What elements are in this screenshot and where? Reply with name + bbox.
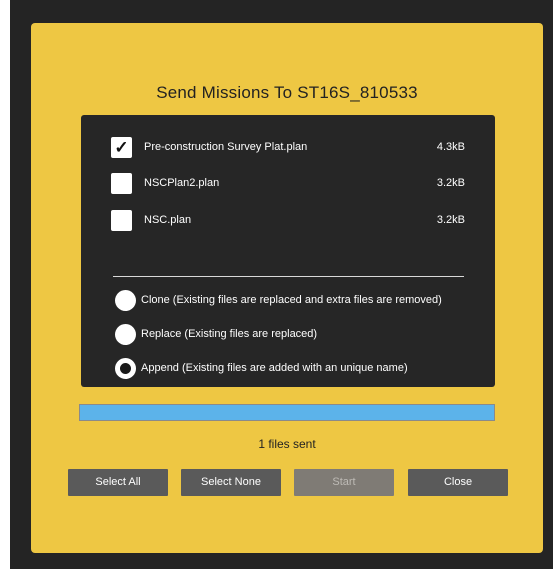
file-checkbox[interactable]: ✓ [111,137,132,158]
mode-label: Replace (Existing files are replaced) [141,328,318,340]
file-size: 4.3kB [436,141,465,153]
progress-fill [80,405,494,420]
send-missions-dialog: Send Missions To ST16S_810533 ✓ Pre-cons… [31,23,543,553]
radio-button[interactable] [115,290,136,311]
file-checkbox[interactable] [111,173,132,194]
file-row[interactable]: ✓ Pre-construction Survey Plat.plan 4.3k… [111,137,465,159]
select-all-button[interactable]: Select All [68,469,168,496]
dialog-title: Send Missions To ST16S_810533 [156,83,418,102]
mode-label: Clone (Existing files are replaced and e… [141,294,442,306]
progress-bar [79,404,495,421]
file-checkbox[interactable] [111,210,132,231]
mode-label: Append (Existing files are added with an… [141,362,408,374]
divider [113,276,464,277]
file-name: Pre-construction Survey Plat.plan [144,141,308,153]
file-list-panel: ✓ Pre-construction Survey Plat.plan 4.3k… [81,115,495,387]
close-button[interactable]: Close [408,469,508,496]
file-name: NSCPlan2.plan [144,177,220,189]
file-name: NSC.plan [144,214,192,226]
file-row[interactable]: NSCPlan2.plan 3.2kB [111,173,465,195]
start-button[interactable]: Start [294,469,394,496]
select-none-button[interactable]: Select None [181,469,281,496]
radio-button[interactable] [115,324,136,345]
file-row[interactable]: NSC.plan 3.2kB [111,210,465,232]
status-text: 1 files sent [258,437,316,451]
radio-button-selected[interactable] [115,358,136,379]
file-size: 3.2kB [436,177,465,189]
file-size: 3.2kB [436,214,465,226]
